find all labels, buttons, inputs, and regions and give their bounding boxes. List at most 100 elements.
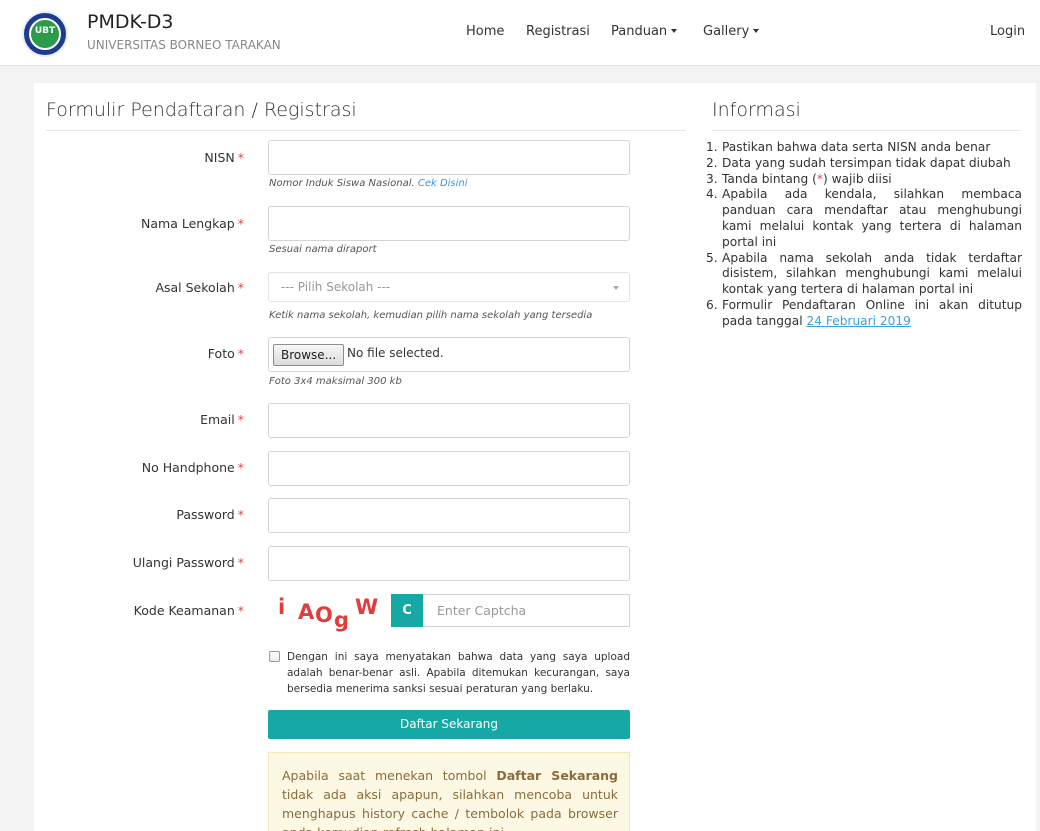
form-title: Formulir Pendaftaran / Registrasi	[46, 99, 357, 121]
info-item-text: Tanda bintang (	[722, 171, 817, 186]
browse-button[interactable]: Browse...	[273, 344, 345, 366]
info-item: 3. Tanda bintang (*) wajib diisi	[706, 172, 1022, 188]
captcha-char: O	[315, 603, 333, 627]
nisn-help-text: Nomor Induk Siswa Nasional.	[269, 178, 415, 189]
sekolah-label: Asal Sekolah *	[155, 280, 244, 295]
required-mark: *	[237, 412, 244, 427]
info-item-number: 5.	[706, 250, 718, 265]
asal-sekolah-select[interactable]: --- Pilih Sekolah ---	[268, 272, 630, 302]
info-title-divider	[712, 130, 1020, 131]
info-item-number: 6.	[706, 297, 718, 312]
agreement-text: Dengan ini saya menyatakan bahwa data ya…	[287, 651, 630, 695]
form-title-divider	[46, 130, 686, 131]
asal-sekolah-selected: --- Pilih Sekolah ---	[281, 280, 391, 294]
refresh-captcha-icon[interactable]: C	[391, 594, 423, 627]
foto-label-text: Foto	[207, 346, 235, 361]
nama-help: Sesuai nama diraport	[269, 244, 377, 255]
required-mark: *	[237, 460, 244, 475]
info-item: 4. Apabila ada kendala, silahkan membaca …	[706, 187, 1022, 250]
file-status: No file selected.	[347, 346, 444, 360]
captcha-char: W	[355, 595, 379, 619]
nav-registrasi[interactable]: Registrasi	[526, 24, 590, 39]
email-label-text: Email	[200, 412, 235, 427]
required-mark: *	[237, 555, 244, 570]
notice-text-part: Apabila saat menekan tombol	[282, 768, 497, 783]
required-mark: *	[237, 603, 244, 618]
nisn-label-text: NISN	[204, 150, 235, 165]
info-item-text: Apabila nama sekolah anda tidak terdafta…	[722, 250, 1022, 297]
captcha-char: g	[334, 608, 350, 632]
handphone-label-text: No Handphone	[141, 460, 235, 475]
chevron-down-icon	[613, 286, 619, 290]
captcha-label: Kode Keamanan *	[134, 603, 244, 618]
nav-panduan-label: Panduan	[611, 24, 668, 39]
info-item: 1. Pastikan bahwa data serta NISN anda be…	[706, 140, 1022, 156]
required-mark: *	[237, 346, 244, 361]
handphone-field[interactable]	[268, 451, 630, 486]
email-field[interactable]	[268, 403, 630, 438]
nav-gallery-dropdown[interactable]: Gallery	[703, 24, 760, 39]
captcha-input[interactable]: Enter Captcha	[423, 594, 630, 627]
captcha-image: i A O g W	[268, 594, 388, 632]
info-item-number: 4.	[706, 187, 718, 202]
foto-label: Foto *	[208, 346, 244, 361]
ulangi-password-label-text: Ulangi Password	[132, 555, 235, 570]
brand-subtitle: UNIVERSITAS BORNEO TARAKAN	[87, 38, 281, 52]
nav-gallery-label: Gallery	[703, 24, 750, 39]
nav-panduan-dropdown[interactable]: Panduan	[611, 24, 678, 39]
sekolah-label-text: Asal Sekolah	[155, 280, 235, 295]
foto-help: Foto 3x4 maksimal 300 kb	[269, 376, 402, 387]
daftar-sekarang-button[interactable]: Daftar Sekarang	[268, 710, 630, 739]
email-label: Email *	[200, 412, 244, 427]
nisn-label: NISN *	[204, 150, 244, 165]
password-label: Password *	[176, 507, 244, 522]
required-mark: *	[237, 150, 244, 165]
captcha-label-text: Kode Keamanan	[133, 603, 235, 618]
foto-file-input: Browse... No file selected.	[268, 337, 630, 372]
info-list: 1. Pastikan bahwa data serta NISN anda be…	[706, 140, 1022, 330]
chevron-down-icon	[671, 29, 678, 33]
notice-bold: Daftar Sekarang	[496, 768, 618, 783]
info-item-text: Data yang sudah tersimpan tidak dapat di…	[722, 155, 1011, 170]
info-item-text: Apabila ada kendala, silahkan membaca pa…	[722, 187, 1022, 249]
nav-home[interactable]: Home	[466, 24, 504, 39]
info-item-number: 2.	[706, 155, 718, 170]
info-item: 5. Apabila nama sekolah anda tidak terdaf…	[706, 251, 1022, 298]
info-item: 2. Data yang sudah tersimpan tidak dapat …	[706, 156, 1022, 172]
agreement-checkbox[interactable]	[269, 651, 280, 662]
info-title: Informasi	[712, 99, 801, 121]
brand-title[interactable]: PMDK-D3	[87, 11, 174, 33]
required-mark: *	[237, 280, 244, 295]
notice-text-part: tidak ada aksi apapun, silahkan mencoba …	[282, 787, 618, 831]
closing-date-link[interactable]: 24 Februari 2019	[806, 314, 910, 328]
handphone-label: No Handphone *	[142, 460, 244, 475]
required-mark: *	[237, 216, 244, 231]
notice-text: Apabila saat menekan tombol Daftar Sekar…	[282, 766, 618, 831]
warning-notice: Apabila saat menekan tombol Daftar Sekar…	[268, 752, 630, 831]
captcha-char: A	[298, 600, 315, 624]
ulangi-password-field[interactable]	[268, 546, 630, 581]
password-field[interactable]	[268, 498, 630, 533]
nama-lengkap-input[interactable]	[268, 206, 630, 241]
info-item-number: 1.	[706, 140, 718, 154]
captcha-placeholder: Enter Captcha	[437, 603, 527, 618]
university-logo[interactable]: UBT	[22, 11, 68, 57]
nama-label-text: Nama Lengkap	[141, 216, 235, 231]
password-label-text: Password	[176, 507, 235, 522]
info-item-text: ) wajib diisi	[822, 171, 892, 186]
ulangi-password-label: Ulangi Password *	[133, 555, 244, 570]
captcha-char: i	[278, 595, 286, 619]
sekolah-help: Ketik nama sekolah, kemudian pilih nama …	[269, 310, 593, 321]
cek-nisn-link[interactable]: Cek Disini	[418, 178, 468, 189]
nisn-input[interactable]	[268, 140, 630, 175]
logo-text: UBT	[34, 26, 56, 36]
info-item: 6. Formulir Pendaftaran Online ini akan d…	[706, 298, 1022, 330]
chevron-down-icon	[753, 29, 760, 33]
required-mark: *	[237, 507, 244, 522]
nama-label: Nama Lengkap *	[141, 216, 244, 231]
nav-login[interactable]: Login	[990, 24, 1025, 39]
navbar: UBT PMDK-D3 UNIVERSITAS BORNEO TARAKAN H…	[0, 0, 1040, 66]
nisn-help: Nomor Induk Siswa Nasional. Cek Disini	[269, 178, 468, 189]
info-item-number: 3.	[706, 171, 718, 186]
info-item-text: Pastikan bahwa data serta NISN anda bena…	[722, 140, 991, 154]
